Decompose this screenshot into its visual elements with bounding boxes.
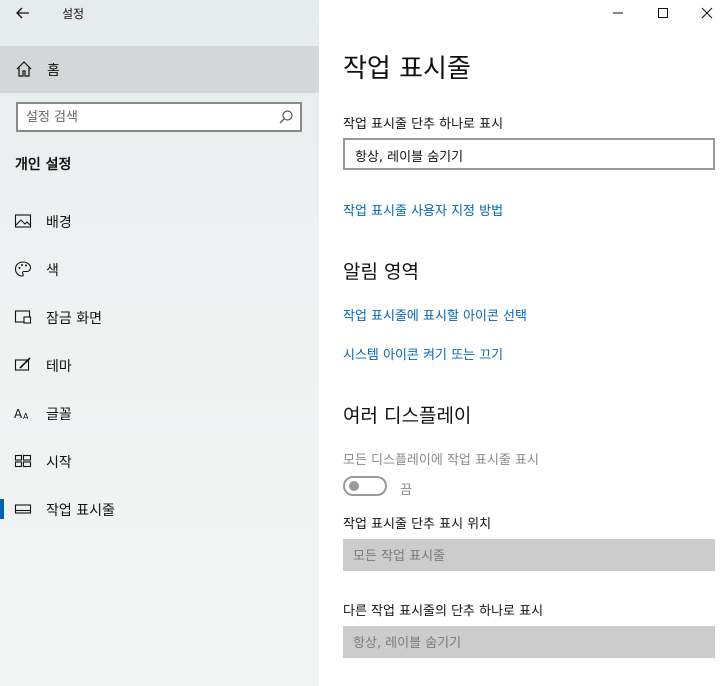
home-icon: [16, 61, 32, 77]
customize-taskbar-link[interactable]: 작업 표시줄 사용자 지정 방법: [343, 200, 503, 219]
window-title: 설정: [62, 7, 85, 21]
close-icon: [701, 7, 713, 19]
svg-text:A: A: [14, 407, 23, 421]
sidebar-item-fonts[interactable]: A A 글꼴: [0, 393, 319, 433]
toggle-knob: [349, 481, 359, 491]
sidebar-item-home[interactable]: 홈: [0, 46, 319, 93]
other-combine-value: 항상, 레이블 숨기기: [353, 636, 462, 651]
combine-buttons-value: 항상, 레이블 숨기기: [355, 150, 464, 165]
active-indicator: [0, 499, 4, 519]
sidebar-item-label: 배경: [46, 215, 72, 231]
sidebar-item-label: 작업 표시줄: [46, 503, 115, 519]
system-icons-link[interactable]: 시스템 아이콘 켜기 또는 끄기: [343, 344, 503, 363]
sidebar-item-label: 글꼴: [46, 407, 72, 423]
search-box[interactable]: [16, 102, 302, 132]
multiple-displays-heading: 여러 디스플레이: [343, 405, 472, 427]
search-icon[interactable]: [278, 109, 294, 125]
sidebar-item-label: 잠금 화면: [46, 311, 102, 327]
button-position-dropdown[interactable]: 모든 작업 표시줄: [343, 539, 715, 571]
sidebar-item-theme[interactable]: 테마: [0, 345, 319, 385]
sidebar: 설정 홈 개인 설정 배경 색 잠금 화면: [0, 0, 319, 686]
notification-area-heading: 알림 영역: [343, 261, 419, 283]
sidebar-item-taskbar[interactable]: 작업 표시줄: [0, 489, 319, 529]
show-all-displays-toggle[interactable]: [343, 476, 387, 496]
sidebar-item-start[interactable]: 시작: [0, 441, 319, 481]
sidebar-item-lock-screen[interactable]: 잠금 화면: [0, 297, 319, 337]
sidebar-item-label: 색: [46, 263, 59, 279]
minimize-button[interactable]: [605, 2, 631, 24]
button-position-label: 작업 표시줄 단추 표시 위치: [343, 517, 492, 532]
main-panel: 작업 표시줄 작업 표시줄 단추 하나로 표시 항상, 레이블 숨기기 작업 표…: [319, 0, 727, 686]
other-combine-label: 다른 작업 표시줄의 단추 하나로 표시: [343, 604, 544, 619]
show-all-displays-label: 모든 디스플레이에 작업 표시줄 표시: [343, 453, 539, 468]
select-icons-link[interactable]: 작업 표시줄에 표시할 아이콘 선택: [343, 305, 527, 324]
lock-screen-icon: [14, 310, 32, 324]
toggle-state-label: 끔: [400, 483, 412, 498]
maximize-icon: [658, 8, 668, 18]
page-title: 작업 표시줄: [343, 54, 471, 84]
sidebar-item-label: 테마: [46, 359, 72, 375]
sidebar-item-label: 시작: [46, 455, 72, 471]
sidebar-item-label: 홈: [47, 63, 60, 79]
other-combine-dropdown[interactable]: 항상, 레이블 숨기기: [343, 626, 715, 658]
palette-icon: [14, 261, 32, 277]
svg-text:A: A: [23, 412, 29, 421]
sidebar-item-color[interactable]: 색: [0, 249, 319, 289]
button-position-value: 모든 작업 표시줄: [353, 549, 445, 564]
combine-buttons-dropdown[interactable]: 항상, 레이블 숨기기: [343, 138, 715, 170]
sidebar-item-background[interactable]: 배경: [0, 201, 319, 241]
back-button[interactable]: [10, 2, 36, 24]
section-heading: 개인 설정: [15, 157, 72, 173]
taskbar-icon: [14, 504, 32, 514]
minimize-icon: [613, 12, 623, 14]
combine-buttons-label: 작업 표시줄 단추 하나로 표시: [343, 117, 504, 132]
picture-icon: [14, 214, 32, 228]
close-button[interactable]: [694, 2, 720, 24]
maximize-button[interactable]: [650, 2, 676, 24]
theme-icon: [14, 357, 31, 371]
font-icon: A A: [14, 407, 29, 421]
start-icon: [14, 454, 32, 468]
search-input[interactable]: [26, 108, 276, 126]
back-arrow-icon: [16, 7, 29, 19]
